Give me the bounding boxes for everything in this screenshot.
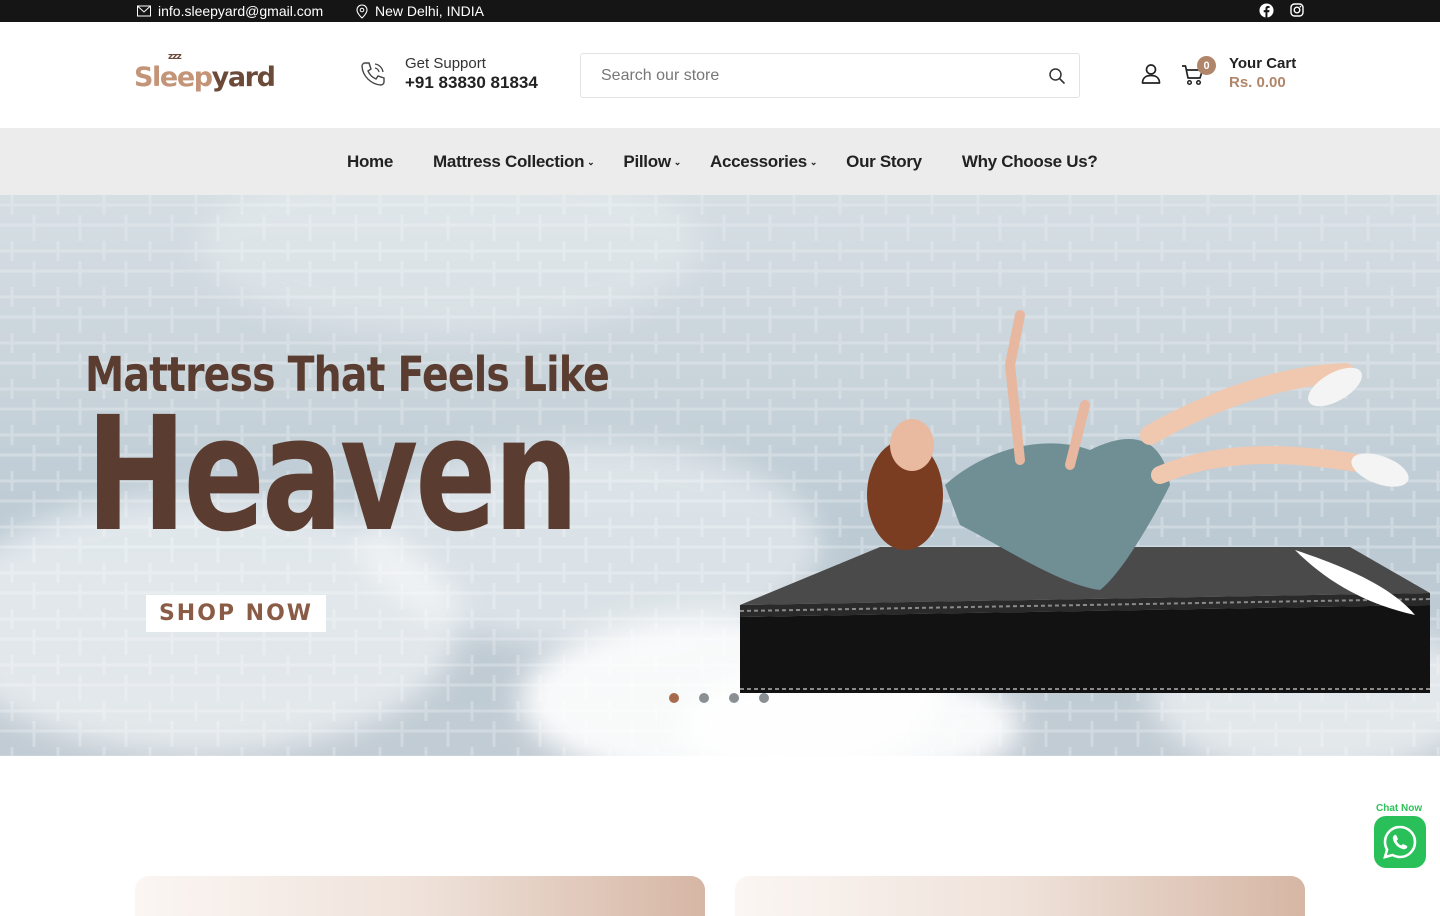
- facebook-icon: [1259, 3, 1274, 18]
- shop-now-button[interactable]: SHOP NOW: [146, 595, 326, 632]
- whatsapp-button[interactable]: [1374, 816, 1426, 868]
- nav-item-our-story[interactable]: Our Story: [846, 152, 922, 172]
- cart-count-badge: 0: [1197, 56, 1216, 75]
- promo-card[interactable]: [135, 876, 705, 916]
- promo-card[interactable]: [735, 876, 1305, 916]
- cart-summary[interactable]: Your Cart Rs. 0.00: [1229, 54, 1296, 92]
- nav-item-pillow[interactable]: Pillow ⌄: [623, 152, 681, 172]
- location-contact: New Delhi, INDIA: [356, 3, 484, 19]
- mail-icon: [137, 5, 151, 17]
- nav-item-mattress-collection[interactable]: Mattress Collection ⌄: [433, 152, 595, 172]
- support-contact[interactable]: Get Support +91 83830 81834: [359, 55, 538, 93]
- nav-item-accessories[interactable]: Accessories ⌄: [710, 152, 817, 172]
- logo-zzz: zzz: [168, 52, 182, 62]
- instagram-icon: [1290, 3, 1304, 17]
- slide-dot[interactable]: [699, 693, 709, 703]
- facebook-link[interactable]: [1259, 3, 1274, 18]
- slide-dot[interactable]: [729, 693, 739, 703]
- location-text: New Delhi, INDIA: [375, 3, 484, 19]
- nav-item-why-choose-us[interactable]: Why Choose Us?: [962, 152, 1098, 172]
- map-pin-icon: [356, 3, 368, 19]
- search-input[interactable]: [581, 54, 1041, 97]
- hero-headline-emphasis: Heaven: [86, 383, 579, 567]
- whatsapp-chat-widget[interactable]: Chat Now: [1373, 803, 1427, 868]
- whatsapp-icon: [1383, 825, 1417, 859]
- phone-icon: [361, 62, 385, 86]
- email-contact[interactable]: info.sleepyard@gmail.com: [137, 3, 323, 19]
- cart-label: Your Cart: [1229, 55, 1297, 72]
- search-box: [580, 53, 1080, 98]
- chat-now-label: Chat Now: [1376, 803, 1423, 814]
- hero-slider: Mattress That Feels Like Heaven SHOP NOW: [0, 195, 1440, 756]
- support-text: Get Support +91 83830 81834: [405, 55, 538, 93]
- chevron-down-icon: ⌄: [587, 157, 595, 167]
- slide-dot[interactable]: [759, 693, 769, 703]
- site-header: zzz Sleepyard Get Support +91 83830 8183…: [0, 22, 1440, 128]
- cart-total: Rs. 0.00: [1229, 74, 1286, 91]
- site-logo[interactable]: zzz Sleepyard: [134, 52, 276, 100]
- slider-pagination: [669, 693, 769, 703]
- support-label: Get Support: [405, 55, 486, 72]
- support-phone[interactable]: +91 83830 81834: [405, 73, 538, 93]
- instagram-link[interactable]: [1290, 3, 1304, 17]
- email-text: info.sleepyard@gmail.com: [158, 3, 324, 19]
- user-account-icon[interactable]: [1139, 62, 1163, 86]
- main-nav: Home Mattress Collection ⌄ Pillow ⌄ Access…: [0, 128, 1440, 195]
- search-icon[interactable]: [1047, 66, 1067, 86]
- nav-item-home[interactable]: Home: [347, 152, 393, 172]
- slide-dot[interactable]: [669, 693, 679, 703]
- chevron-down-icon: ⌄: [673, 157, 682, 167]
- logo-wordmark: Sleepyard: [134, 62, 276, 93]
- top-bar: info.sleepyard@gmail.com New Delhi, INDI…: [0, 0, 1440, 22]
- chevron-down-icon: ⌄: [809, 157, 818, 167]
